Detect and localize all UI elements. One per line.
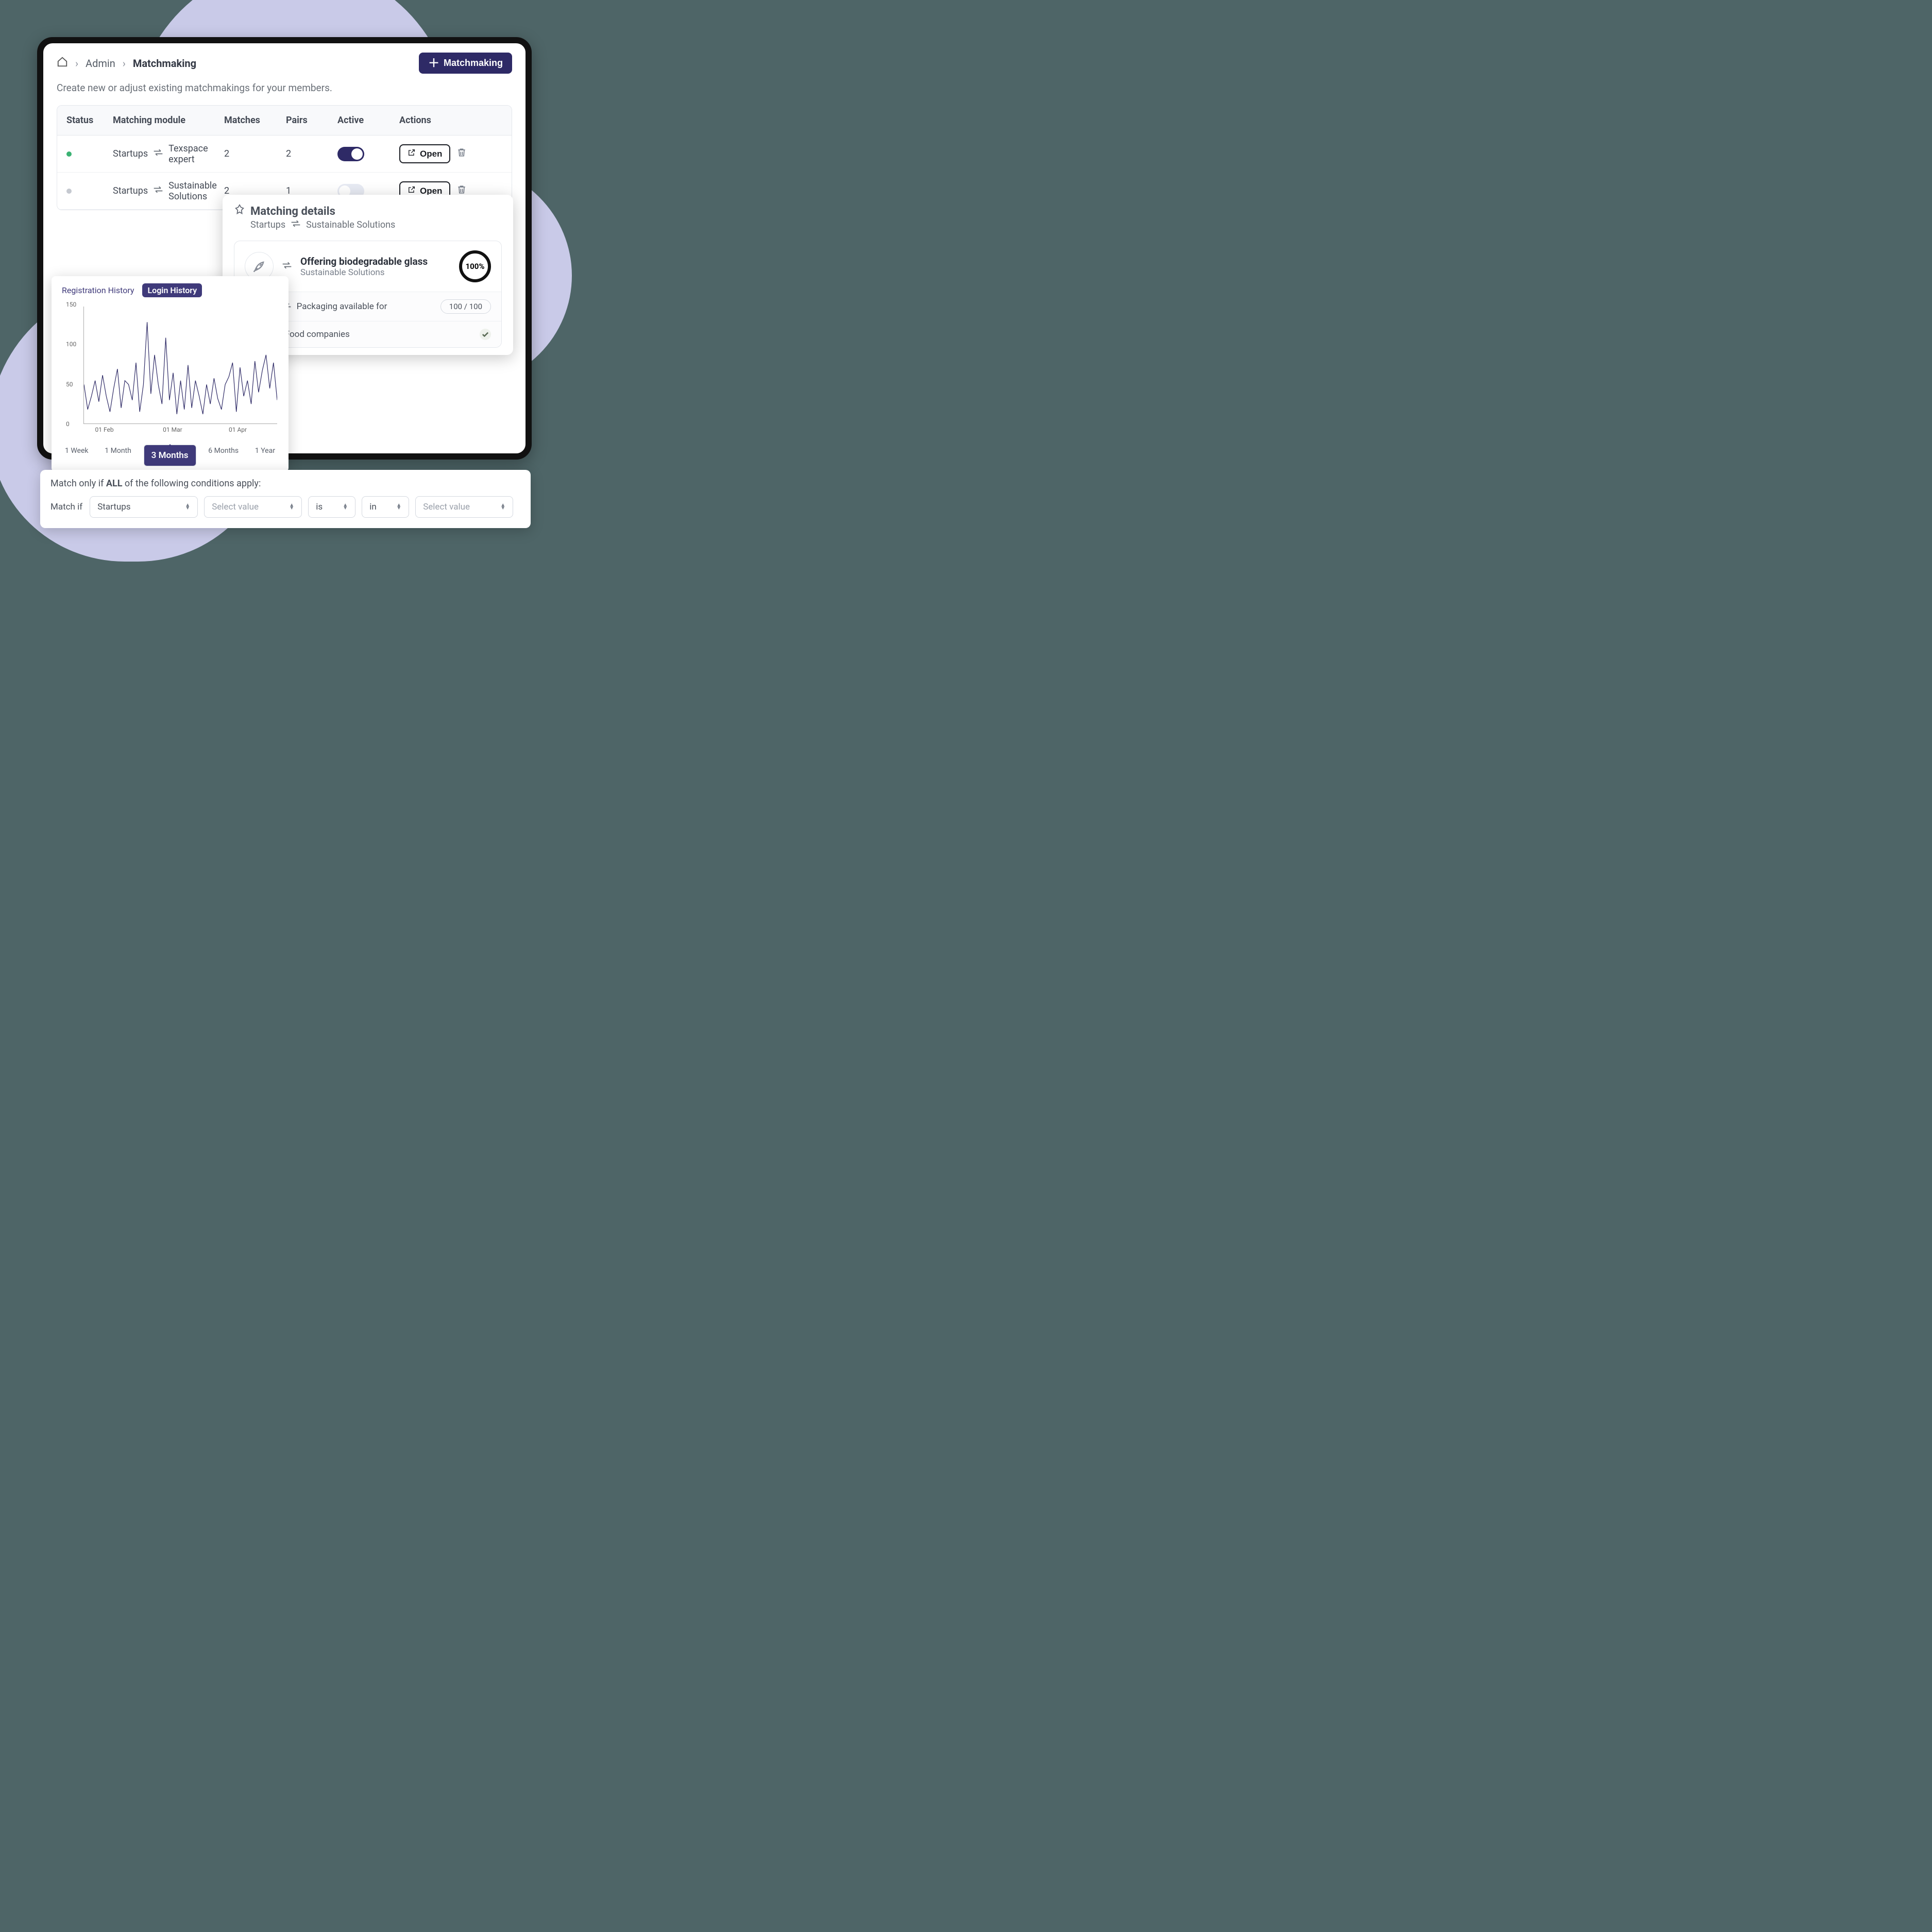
select-value-1[interactable]: Select value▲▼ [204,496,302,518]
status-dot [66,189,72,194]
select-operator-in[interactable]: in▲▼ [362,496,409,518]
builder-label: Match if [50,502,82,512]
tab-registration-history[interactable]: Registration History [61,283,135,297]
breadcrumb: › Admin › Matchmaking [57,56,196,70]
ytick: 50 [66,381,73,388]
external-link-icon [408,148,416,159]
chevron-right-icon: › [75,57,78,70]
chevron-right-icon: › [123,57,126,70]
range-1year[interactable]: 1 Year [251,445,279,466]
range-1week[interactable]: 1 Week [61,445,93,466]
tab-login-history[interactable]: Login History [142,283,202,297]
range-6months[interactable]: 6 Months [204,445,243,466]
check-icon [480,329,491,340]
range-1month[interactable]: 1 Month [100,445,135,466]
status-dot [66,151,72,157]
new-matchmaking-button[interactable]: ＋ Matchmaking [419,53,512,74]
range-3months[interactable]: 3 Months [144,445,196,466]
stepper-icon: ▲▼ [396,504,401,510]
col-pairs: Pairs [286,115,337,126]
select-entity[interactable]: Startups▲▼ [90,496,198,518]
page-subtitle: Create new or adjust existing matchmakin… [43,74,526,105]
open-label: Open [420,149,442,159]
swap-icon [291,219,301,230]
popover-title: Matching details [250,205,335,218]
stepper-icon: ▲▼ [343,504,348,510]
home-icon[interactable] [57,56,68,70]
select-value-2[interactable]: Select value▲▼ [415,496,513,518]
xtick: 01 Apr [229,426,247,433]
popover-sub-a: Startups [250,219,285,230]
select-operator-is[interactable]: is▲▼ [308,496,355,518]
col-matches: Matches [224,115,286,126]
col-status: Status [66,115,113,126]
new-matchmaking-label: Matchmaking [444,58,503,69]
matches-value: 2 [224,148,286,159]
popover-sub-b: Sustainable Solutions [306,219,395,230]
module-b: Sustainable Solutions [168,180,224,202]
col-active: Active [337,115,399,126]
stepper-icon: ▲▼ [289,504,294,510]
pairs-value: 2 [286,148,337,159]
match-subline: Sustainable Solutions [300,267,451,278]
stepper-icon: ▲▼ [185,504,190,510]
builder-heading: Match only if ALL of the following condi… [50,478,520,489]
stepper-icon: ▲▼ [500,504,505,510]
col-module: Matching module [113,115,224,126]
condition-builder: Match only if ALL of the following condi… [40,470,531,528]
history-chart-card: Registration History Login History 0 50 … [52,276,289,472]
range-picker: 1 Week 1 Month 3 Months 6 Months 1 Year [61,445,279,466]
criterion-b: Packaging available for [297,301,387,312]
line-chart: 0 50 100 150 01 Feb 01 Mar 01 Apr [66,304,279,438]
xtick: 01 Mar [163,426,182,433]
module-a: Startups [113,148,148,159]
ytick: 0 [66,420,70,428]
match-headline: Offering biodegradable glass [300,256,451,267]
ytick: 100 [66,341,76,348]
module-a: Startups [113,185,148,196]
match-score-ring: 100% [459,250,491,282]
breadcrumb-admin[interactable]: Admin [86,57,115,70]
module-b: Texspace expert [168,143,224,165]
active-toggle[interactable] [337,147,364,161]
plus-icon: ＋ [428,59,439,68]
swap-icon [153,185,163,196]
col-actions: Actions [399,115,502,126]
ytick: 150 [66,301,76,308]
swap-icon [153,148,163,159]
open-button[interactable]: Open [399,144,450,163]
table-row: Startups Texspace expert 2 2 Open [57,135,512,173]
criterion-b: Food companies [285,329,350,340]
score-pill: 100 / 100 [440,299,491,314]
swap-icon [282,261,292,272]
xtick: 01 Feb [95,426,114,433]
breadcrumb-current: Matchmaking [133,57,196,70]
trash-icon[interactable] [456,147,467,161]
pin-icon[interactable] [234,204,245,218]
